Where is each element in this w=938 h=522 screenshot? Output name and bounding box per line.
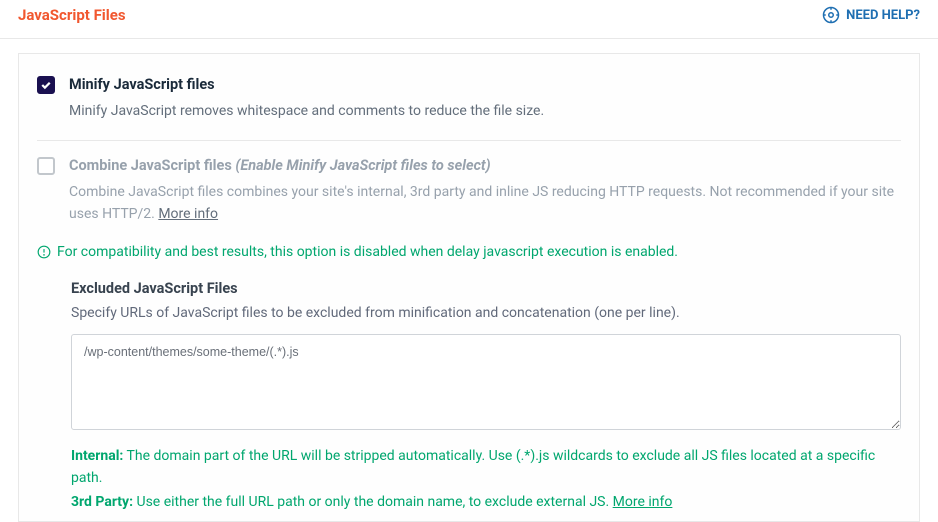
check-icon [40,79,52,91]
excluded-title: Excluded JavaScript Files [71,280,901,297]
minify-checkbox[interactable] [37,76,55,94]
need-help-button[interactable]: NEED HELP? [822,6,920,24]
excluded-more-info-link[interactable]: More info [613,494,673,510]
notice-text: For compatibility and best results, this… [57,244,678,260]
combine-checkbox [37,157,55,175]
combine-title: Combine JavaScript files (Enable Minify … [69,155,901,177]
minify-title: Minify JavaScript files [69,74,901,96]
combine-option-block: Combine JavaScript files (Enable Minify … [19,155,919,240]
help-icon [822,6,840,24]
page-title: JavaScript Files [18,6,126,24]
compatibility-notice: For compatibility and best results, this… [19,240,919,260]
excluded-block: Excluded JavaScript Files Specify URLs o… [19,260,919,522]
combine-desc: Combine JavaScript files combines your s… [69,181,901,226]
excluded-textarea[interactable]: /wp-content/themes/some-theme/(.*).js [71,334,901,430]
combine-hint: (Enable Minify JavaScript files to selec… [235,157,490,174]
info-icon [37,245,51,259]
minify-option-block: Minify JavaScript files Minify JavaScrip… [19,54,919,155]
excluded-desc: Specify URLs of JavaScript files to be e… [71,303,901,325]
excluded-internal-hint: Internal: The domain part of the URL wil… [71,446,901,489]
section-header: JavaScript Files NEED HELP? [0,0,938,39]
settings-panel: Minify JavaScript files Minify JavaScrip… [18,53,920,522]
excluded-thirdparty-hint: 3rd Party: Use either the full URL path … [71,492,901,514]
divider [37,140,901,141]
minify-desc: Minify JavaScript removes whitespace and… [69,100,901,122]
combine-more-info-link[interactable]: More info [158,206,218,222]
need-help-label: NEED HELP? [846,8,920,23]
